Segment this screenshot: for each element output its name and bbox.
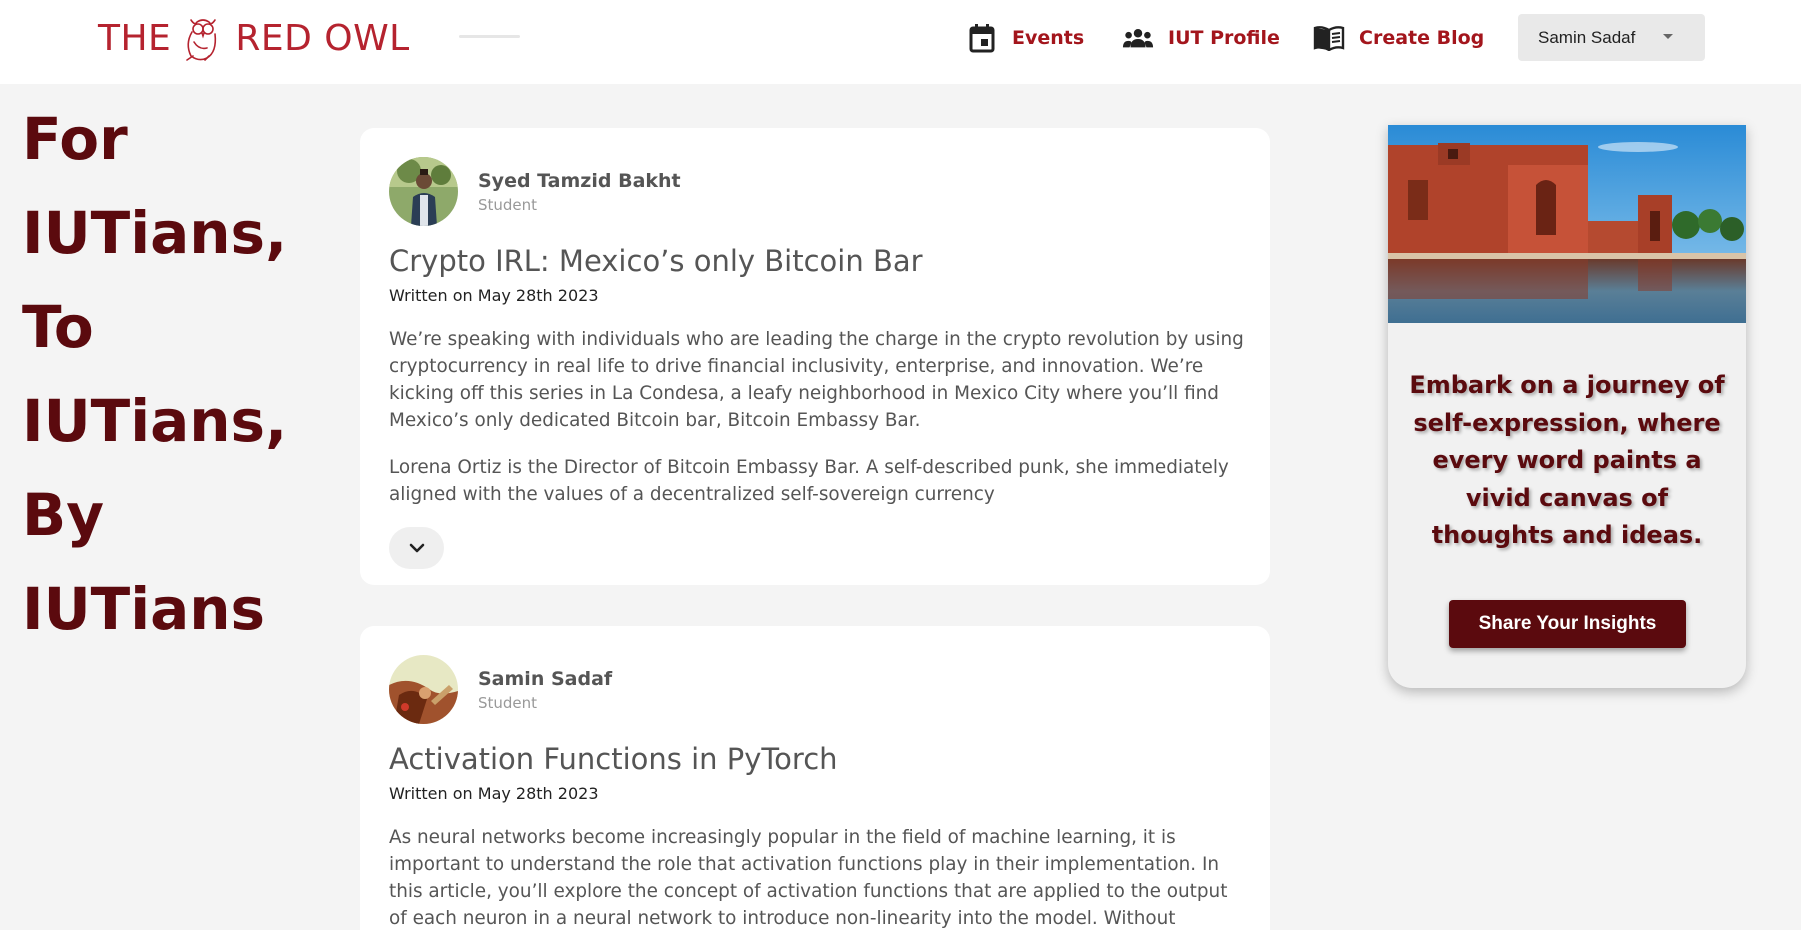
author-role: Student	[478, 693, 538, 712]
nav-create-blog-label: Create Blog	[1359, 27, 1485, 49]
share-insights-card: Embark on a journey of self-expression, …	[1388, 125, 1746, 688]
avatar[interactable]	[389, 655, 458, 724]
promo-message: Embark on a journey of self-expression, …	[1409, 371, 1725, 549]
people-icon	[1122, 22, 1154, 54]
post-title[interactable]: Crypto IRL: Mexico’s only Bitcoin Bar	[389, 244, 923, 278]
author-name[interactable]: Syed Tamzid Bakht	[478, 170, 681, 192]
post-excerpt: As neural networks become increasingly p…	[389, 824, 1249, 930]
site-logo[interactable]: THE RED OWL	[98, 12, 410, 64]
post-paragraph: We’re speaking with individuals who are …	[389, 329, 1244, 431]
post-date: Written on May 28th 2023	[389, 784, 599, 803]
calendar-icon	[966, 22, 998, 54]
author-meta: Samin Sadaf Student	[478, 668, 612, 712]
logo-text-right: RED OWL	[235, 17, 410, 59]
hero-line: By	[22, 481, 105, 549]
author-meta: Syed Tamzid Bakht Student	[478, 170, 681, 214]
hero-line: For	[22, 105, 128, 173]
user-account-dropdown[interactable]: Samin Sadaf	[1518, 14, 1705, 61]
avatar[interactable]	[389, 157, 458, 226]
owl-logo-icon	[186, 19, 217, 61]
hero-line: To	[22, 293, 94, 361]
nav-events-label: Events	[1012, 27, 1085, 49]
post-author[interactable]: Syed Tamzid Bakht Student	[389, 157, 681, 226]
logo-text-left: THE	[98, 17, 172, 59]
hero-line: IUTians	[22, 575, 266, 643]
post-title[interactable]: Activation Functions in PyTorch	[389, 742, 838, 776]
post-paragraph: As neural networks become increasingly p…	[389, 827, 1228, 929]
post-excerpt: We’re speaking with individuals who are …	[389, 326, 1249, 528]
hero-tagline: For IUTians, To IUTians, By IUTians	[22, 92, 342, 656]
top-navbar: THE RED OWL Events IUT Profile Create Bl…	[0, 0, 1801, 84]
post-date: Written on May 28th 2023	[389, 286, 599, 305]
caret-down-icon	[1663, 34, 1673, 39]
expand-post-button[interactable]	[389, 527, 444, 569]
blog-post-card: Samin Sadaf Student Activation Functions…	[360, 626, 1270, 930]
hero-line: IUTians,	[22, 199, 288, 267]
hero-line: IUTians,	[22, 387, 288, 455]
post-paragraph: Lorena Ortiz is the Director of Bitcoin …	[389, 457, 1229, 505]
header-divider	[459, 35, 520, 38]
campus-photo	[1388, 125, 1746, 323]
author-name[interactable]: Samin Sadaf	[478, 668, 612, 690]
nav-iut-profile-link[interactable]: IUT Profile	[1122, 18, 1280, 58]
share-your-insights-button[interactable]: Share Your Insights	[1449, 600, 1686, 648]
post-author[interactable]: Samin Sadaf Student	[389, 655, 612, 724]
nav-create-blog-link[interactable]: Create Blog	[1313, 18, 1484, 58]
book-icon	[1313, 22, 1345, 54]
chevron-down-icon	[409, 543, 424, 553]
blog-post-card: Syed Tamzid Bakht Student Crypto IRL: Me…	[360, 128, 1270, 585]
nav-iut-profile-label: IUT Profile	[1168, 27, 1280, 49]
user-name: Samin Sadaf	[1538, 27, 1636, 47]
nav-events-link[interactable]: Events	[966, 18, 1084, 58]
author-role: Student	[478, 195, 538, 214]
